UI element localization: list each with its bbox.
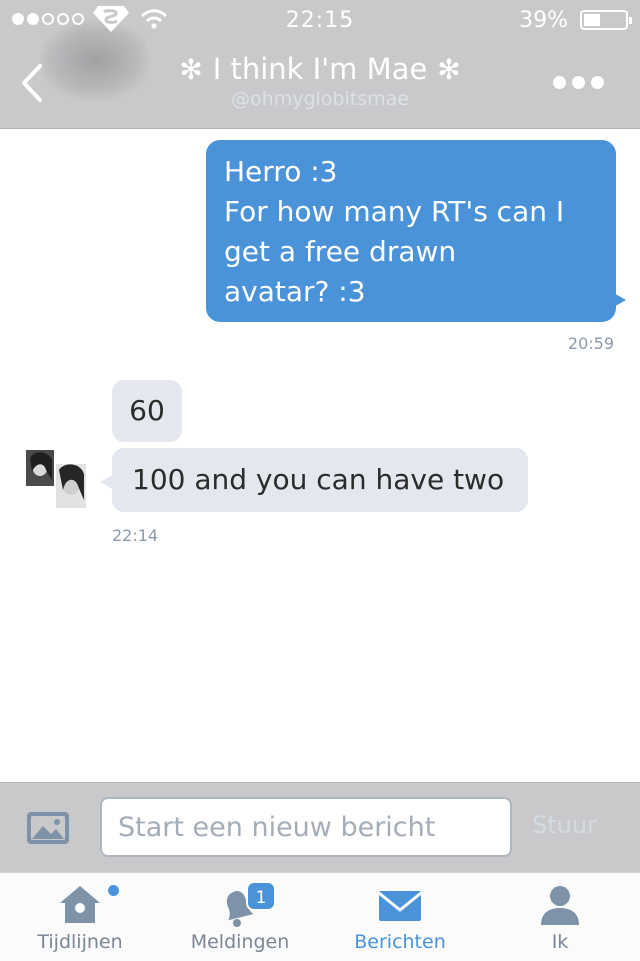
envelope-icon bbox=[378, 891, 422, 921]
more-options-icon[interactable] bbox=[553, 76, 604, 89]
bubble-tail bbox=[100, 474, 114, 490]
bubble-tail bbox=[612, 292, 626, 308]
sender-avatar[interactable] bbox=[26, 450, 86, 508]
status-bar: 22:15 39% bbox=[0, 0, 640, 40]
message-text: 100 and you can have two bbox=[132, 463, 505, 496]
battery-icon bbox=[580, 10, 632, 30]
conversation-header: ✻ I think I'm Mae ✻ @ohmyglobitsmae bbox=[0, 52, 640, 110]
home-icon bbox=[60, 886, 100, 923]
notification-badge: 1 bbox=[246, 881, 276, 911]
tab-label: Meldingen bbox=[190, 931, 290, 953]
send-button[interactable]: Stuur bbox=[532, 811, 597, 839]
tab-timelines[interactable]: Tijdlijnen bbox=[0, 873, 160, 961]
message-line: avatar? :3 bbox=[224, 275, 366, 308]
outgoing-timestamp: 20:59 bbox=[567, 334, 614, 353]
outgoing-message-bubble[interactable]: Herro :3 For how many RT's can I get a f… bbox=[206, 140, 626, 322]
incoming-message-bubble[interactable]: 60 bbox=[112, 380, 182, 442]
unread-dot bbox=[108, 885, 119, 896]
message-line: get a free drawn bbox=[224, 235, 457, 268]
navigation-bar: 22:15 39% ✻ I think I'm Mae ✻ @ohmyglobi… bbox=[0, 0, 640, 129]
person-icon bbox=[541, 886, 579, 925]
tab-label: Ik bbox=[551, 931, 569, 953]
message-composer: Stuur bbox=[0, 782, 640, 873]
conversation-name: I think I'm Mae bbox=[212, 52, 428, 86]
message-line: For how many RT's can I bbox=[224, 195, 565, 228]
battery-percentage: 39% bbox=[519, 8, 568, 33]
incoming-timestamp: 22:14 bbox=[112, 526, 159, 545]
tab-messages[interactable]: Berichten bbox=[320, 873, 480, 961]
sparkle-icon: ✻ bbox=[179, 52, 203, 86]
incoming-message-bubble[interactable]: 100 and you can have two bbox=[100, 448, 528, 512]
tab-notifications[interactable]: 1 Meldingen bbox=[160, 873, 320, 961]
tab-label: Tijdlijnen bbox=[37, 931, 123, 953]
conversation-title: ✻ I think I'm Mae ✻ bbox=[179, 52, 461, 86]
tab-me[interactable]: Ik bbox=[480, 873, 640, 961]
tab-label: Berichten bbox=[354, 931, 446, 953]
conversation-handle: @ohmyglobitsmae bbox=[231, 88, 409, 110]
sparkle-icon: ✻ bbox=[437, 52, 461, 86]
new-message-input[interactable] bbox=[100, 797, 512, 857]
message-line: Herro :3 bbox=[224, 155, 338, 188]
tab-bar: Tijdlijnen 1 Meldingen Berichten Ik bbox=[0, 872, 640, 961]
image-attach-icon[interactable] bbox=[26, 811, 70, 845]
